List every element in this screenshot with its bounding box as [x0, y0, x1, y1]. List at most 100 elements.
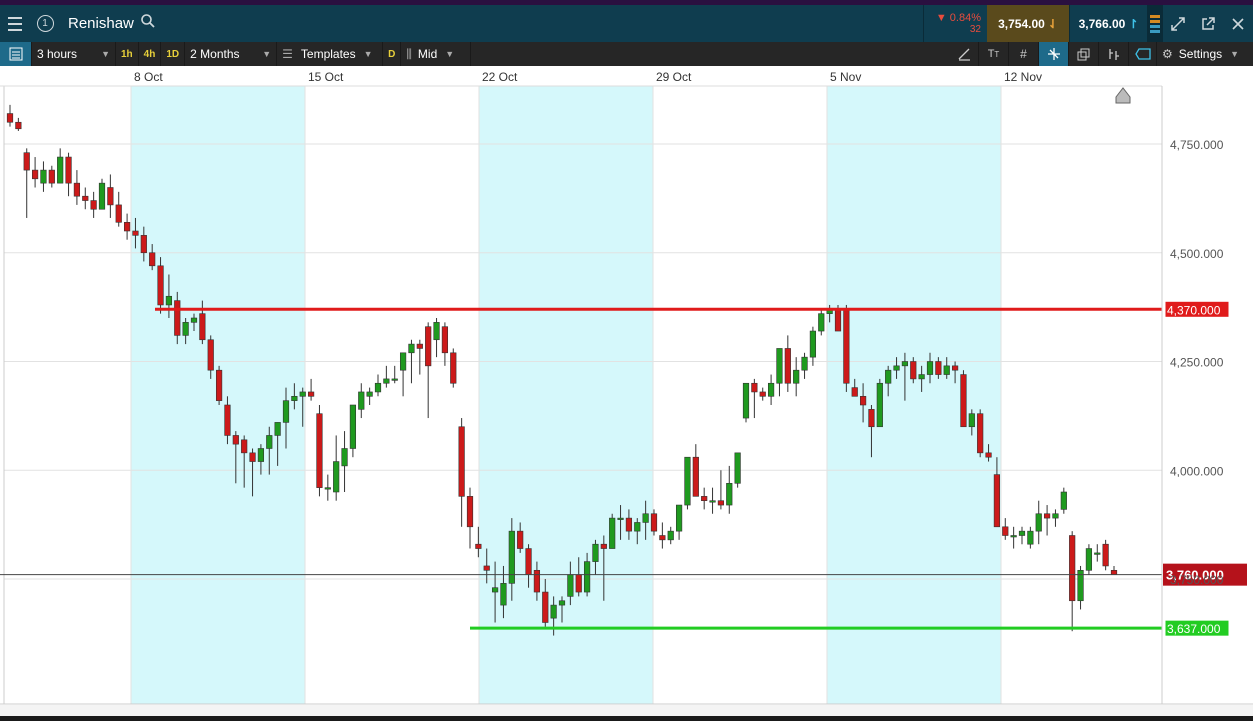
- candle-body: [349, 404, 357, 449]
- candle: [759, 387, 766, 401]
- candle-body: [935, 361, 942, 375]
- price-chart[interactable]: 8 Oct 15 Oct 22 Oct 29 Oct 5 Nov 12 Nov 4,370…: [0, 66, 1253, 716]
- candle: [726, 465, 733, 514]
- candle-body: [48, 169, 55, 184]
- candle: [215, 365, 223, 405]
- candle-body: [776, 348, 783, 384]
- timeframe-4h[interactable]: 4h: [139, 42, 162, 66]
- candle-body: [709, 500, 716, 503]
- hamburger-icon[interactable]: [0, 5, 30, 42]
- candle: [609, 513, 616, 549]
- window-number-button[interactable]: 1: [30, 5, 60, 42]
- price-change: ▼ 0.84% 32: [923, 5, 987, 42]
- candle-body: [224, 404, 231, 436]
- home-marker-icon[interactable]: [1115, 87, 1131, 104]
- candle-body: [157, 265, 164, 306]
- price-type-select[interactable]: ⫼ Mid ▼: [401, 42, 472, 66]
- chart-canvas[interactable]: 8 Oct 15 Oct 22 Oct 29 Oct 5 Nov 12 Nov 4,370…: [0, 66, 1253, 716]
- candle: [466, 487, 474, 549]
- candle: [358, 383, 365, 419]
- candle-body: [399, 352, 407, 371]
- y-tick-label: 4,750.000: [1170, 138, 1224, 152]
- candle: [73, 170, 81, 205]
- candle: [751, 378, 758, 419]
- candle-body: [433, 322, 440, 341]
- candle: [667, 526, 674, 545]
- crosshair-icon[interactable]: [1039, 42, 1069, 66]
- candle-body: [90, 200, 97, 210]
- candle-body: [734, 452, 741, 484]
- chevron-down-icon: ▼: [363, 49, 373, 59]
- candle-body: [450, 352, 457, 384]
- candle-body: [341, 448, 348, 467]
- y-tick-label: 4,000.000: [1170, 464, 1224, 478]
- chart-list-icon[interactable]: [0, 42, 32, 66]
- x-axis-strip: [0, 66, 1253, 86]
- x-tick-label: 22 Oct: [482, 70, 518, 84]
- weekday-shading: [131, 86, 1001, 704]
- candle: [659, 522, 666, 549]
- candle-body: [784, 348, 791, 384]
- candle: [383, 365, 390, 388]
- candle-body: [6, 113, 14, 123]
- candle-body: [558, 600, 566, 606]
- candle: [1069, 531, 1076, 632]
- depth-icon[interactable]: [1147, 5, 1163, 42]
- candle-body: [441, 326, 449, 354]
- candle-body: [182, 322, 189, 336]
- x-tick-label: 5 Nov: [830, 70, 861, 84]
- candle: [784, 335, 791, 392]
- sell-price-button[interactable]: 3,754.00 ⇃: [987, 5, 1069, 42]
- candle-body: [910, 361, 917, 380]
- text-tool-icon[interactable]: TT: [979, 42, 1009, 66]
- candle-body: [282, 400, 290, 423]
- candle: [960, 370, 967, 428]
- candle: [742, 382, 750, 423]
- candle-body: [985, 452, 992, 458]
- candle-body: [40, 169, 47, 184]
- draw-line-icon[interactable]: [949, 42, 979, 66]
- candle: [1060, 487, 1067, 514]
- alert-tag-icon[interactable]: [1129, 42, 1157, 66]
- candle-body: [726, 482, 733, 506]
- candle: [425, 322, 432, 419]
- x-axis: 8 Oct 15 Oct 22 Oct 29 Oct 5 Nov 12 Nov: [0, 66, 1253, 87]
- candle: [1094, 544, 1101, 562]
- indicator-icon[interactable]: [1099, 42, 1129, 66]
- search-icon[interactable]: [140, 13, 156, 34]
- candle: [675, 504, 683, 540]
- chart-toolbar: 3 hours ▼ 1h 4h 1D 2 Months ▼ ☰ Templates ▼…: [0, 42, 1253, 66]
- candle-body: [115, 204, 122, 223]
- popout-icon[interactable]: [1193, 5, 1223, 42]
- candle-body: [759, 391, 766, 397]
- candle-body: [149, 252, 156, 267]
- candle: [1043, 505, 1051, 536]
- d-badge[interactable]: D: [383, 42, 402, 66]
- candle-body: [675, 504, 683, 532]
- timeframe-1h[interactable]: 1h: [116, 42, 139, 66]
- candle-body: [257, 448, 265, 462]
- timeframe-1d[interactable]: 1D: [161, 42, 186, 66]
- range-select[interactable]: 2 Months ▼: [185, 42, 278, 66]
- candle-body: [1060, 491, 1067, 510]
- instrument-title[interactable]: Renishaw: [68, 15, 134, 32]
- interval-select[interactable]: 3 hours ▼: [32, 42, 116, 66]
- layers-icon[interactable]: [1069, 42, 1099, 66]
- candle: [767, 374, 775, 405]
- candle: [40, 161, 47, 192]
- candle-body: [843, 309, 850, 384]
- close-icon[interactable]: [1223, 5, 1253, 42]
- chevron-down-icon: ▼: [1230, 49, 1240, 59]
- templates-select[interactable]: ☰ Templates ▼: [277, 42, 384, 66]
- candle: [1027, 526, 1034, 549]
- support-label: 3,637.000: [1167, 622, 1221, 636]
- candle-body: [859, 395, 867, 406]
- candle-body: [316, 413, 323, 488]
- buy-price-button[interactable]: 3,766.00 ↾: [1069, 5, 1147, 42]
- candle-body: [299, 391, 306, 397]
- candle-body: [1018, 530, 1026, 536]
- grid-icon[interactable]: #: [1009, 42, 1039, 66]
- expand-icon[interactable]: [1163, 5, 1193, 42]
- x-tick-label: 8 Oct: [134, 70, 163, 84]
- settings-button[interactable]: ⚙ Settings ▼: [1157, 42, 1253, 66]
